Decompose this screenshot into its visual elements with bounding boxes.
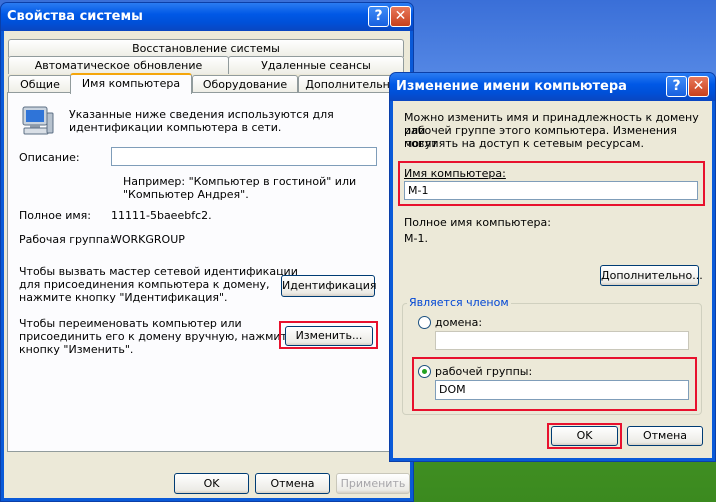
more-button[interactable]: Дополнительно...: [600, 265, 703, 286]
info-line-2: идентификации компьютера в сети.: [69, 121, 282, 134]
tab-computer-name[interactable]: Имя компьютера: [70, 73, 192, 94]
dialog-ok-button[interactable]: OK: [551, 426, 618, 446]
computer-icon: [22, 106, 54, 135]
dialog-title: Изменение имени компьютера: [396, 79, 627, 94]
computer-name-panel: Указанные ниже сведения используются для…: [7, 92, 402, 452]
tab-hardware[interactable]: Оборудование: [192, 75, 298, 93]
workgroup-label: Рабочая группа:: [19, 233, 114, 246]
dialog-close-icon[interactable]: ✕: [688, 76, 709, 97]
wizard-line-1: Чтобы вызвать мастер сетевой идентификац…: [19, 265, 298, 278]
tab-system-restore[interactable]: Восстановление системы: [8, 39, 404, 57]
workgroup-value: WORKGROUP: [111, 233, 185, 246]
computer-name-input[interactable]: M-1: [404, 181, 698, 200]
rename-line-1: Чтобы переименовать компьютер или: [19, 317, 242, 330]
description-input[interactable]: [111, 147, 377, 166]
wizard-line-2: для присоединения компьютера к домену,: [19, 278, 270, 291]
info-line-1: Указанные ниже сведения используются для: [69, 108, 334, 121]
domain-input[interactable]: [435, 331, 689, 350]
main-titlebar: Свойства системы ? ✕: [1, 3, 413, 31]
rename-line-3: кнопку "Изменить".: [19, 343, 134, 356]
full-name-label: Полное имя:: [19, 209, 91, 222]
wizard-line-3: нажмите кнопку "Идентификация".: [19, 291, 228, 304]
close-icon[interactable]: ✕: [390, 6, 411, 27]
computer-name-label: Имя компьютера:: [404, 167, 506, 180]
main-cancel-button[interactable]: Отмена: [255, 473, 330, 494]
dialog-help-icon[interactable]: ?: [666, 76, 687, 97]
change-button[interactable]: Изменить...: [285, 326, 373, 346]
dialog-client-area: Можно изменить имя и принадлежность к до…: [393, 101, 712, 458]
example-line-2: "Компьютер Андрея".: [123, 188, 249, 201]
tab-automatic-updates[interactable]: Автоматическое обновление: [8, 56, 229, 74]
apply-button[interactable]: Применить: [336, 473, 410, 494]
dialog-cancel-button[interactable]: Отмена: [627, 426, 703, 446]
description-label: Описание:: [19, 151, 80, 164]
help-icon[interactable]: ?: [368, 6, 389, 27]
tab-general[interactable]: Общие: [8, 75, 72, 93]
workgroup-radio[interactable]: [418, 365, 431, 378]
tab-remote-sessions[interactable]: Удаленные сеансы: [228, 56, 404, 74]
dialog-full-name-label: Полное имя компьютера:: [404, 216, 551, 229]
domain-label: домена:: [435, 316, 483, 329]
system-properties-window: Свойства системы ? ✕ Восстановление сист…: [0, 2, 414, 502]
rename-line-2: присоединить его к домену вручную, нажми…: [19, 330, 294, 343]
full-name-value: 11111-5baeebfc2.: [111, 209, 212, 222]
dialog-titlebar: Изменение имени компьютера ? ✕: [390, 73, 715, 101]
workgroup-input[interactable]: DOM: [435, 380, 689, 400]
main-window-title: Свойства системы: [7, 9, 143, 24]
dialog-workgroup-label: рабочей группы:: [435, 365, 533, 378]
main-ok-button[interactable]: OK: [174, 473, 249, 494]
change-computer-name-dialog: Изменение имени компьютера ? ✕ Можно изм…: [389, 72, 716, 462]
dialog-full-name-value: M-1.: [404, 232, 428, 245]
main-client-area: Восстановление системы Автоматическое об…: [4, 31, 410, 498]
identify-button[interactable]: Идентификация: [281, 275, 377, 297]
dialog-info-line-3: повлиять на доступ к сетевым ресурсам.: [404, 137, 644, 150]
example-line-1: Например: "Компьютер в гостиной" или: [123, 175, 357, 188]
domain-radio[interactable]: [418, 316, 431, 329]
member-of-legend: Является членом: [407, 296, 511, 309]
